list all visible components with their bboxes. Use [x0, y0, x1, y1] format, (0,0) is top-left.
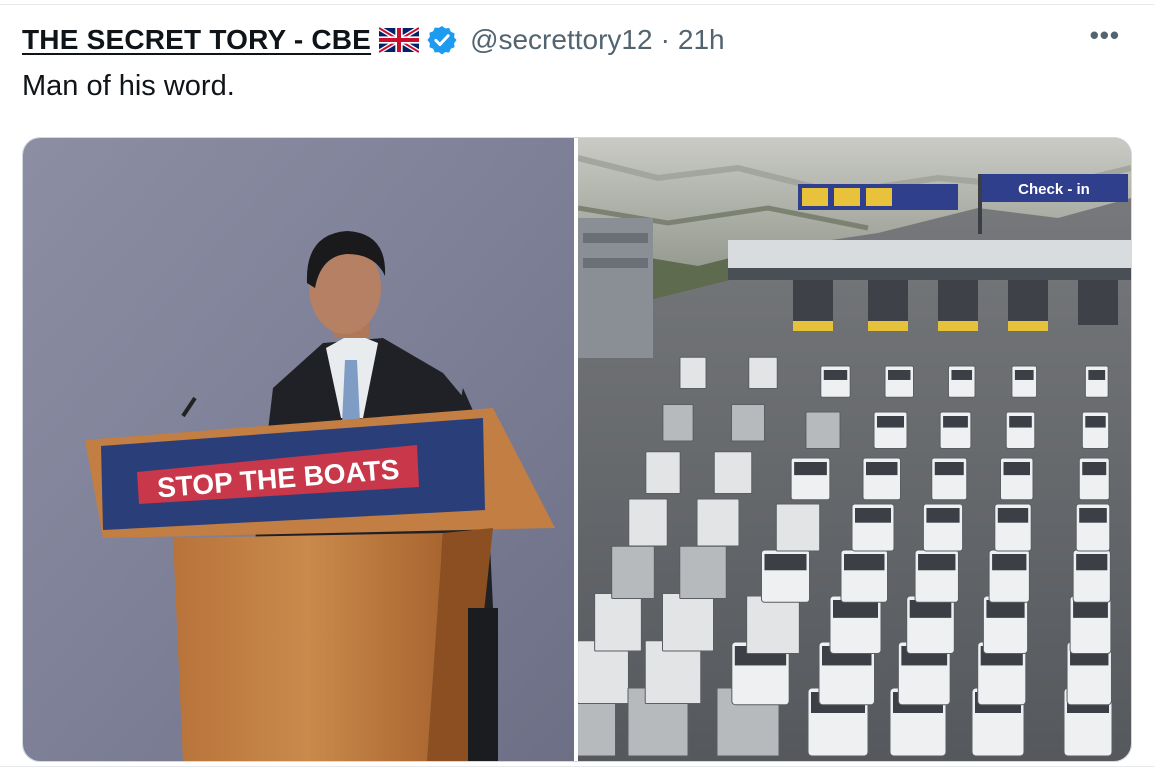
coach-windscreen: [855, 508, 891, 523]
lorry-vehicle: [746, 595, 800, 654]
lorry-vehicle: [679, 356, 707, 389]
coach-windscreen: [1079, 508, 1107, 523]
author-display-name[interactable]: THE SECRET TORY - CBE: [22, 24, 371, 56]
lorry-vehicle: [731, 404, 765, 442]
coach-windscreen: [951, 370, 973, 380]
verified-badge-icon[interactable]: [426, 24, 458, 56]
lorry-vehicle: [594, 593, 642, 652]
lorry-vehicle: [713, 451, 753, 494]
author-handle[interactable]: @secrettory12: [470, 24, 653, 56]
coach-windscreen: [794, 462, 827, 476]
lorry-vehicle: [775, 503, 821, 552]
coach-windscreen: [764, 554, 807, 571]
coach-windscreen: [943, 416, 968, 428]
coach-windscreen: [1009, 416, 1032, 428]
coach-windscreen: [844, 554, 885, 571]
separator-dot: ·: [660, 24, 670, 55]
coach-windscreen: [866, 462, 898, 476]
coach-windscreen: [997, 508, 1029, 523]
lorry-vehicle: [645, 451, 681, 494]
coach-windscreen: [1088, 370, 1106, 380]
coach-windscreen: [888, 370, 911, 380]
photo-port-traffic-queue[interactable]: Check - in: [578, 138, 1131, 761]
lorry-vehicle: [662, 593, 714, 652]
coach-windscreen: [877, 416, 904, 428]
coach-windscreen: [918, 554, 956, 571]
coach-windscreen: [823, 370, 848, 380]
coach-windscreen: [926, 508, 960, 523]
top-divider: [0, 4, 1154, 5]
coach-windscreen: [1014, 370, 1034, 380]
coach-windscreen: [934, 462, 964, 476]
lorry-vehicle: [628, 498, 668, 547]
lorry-vehicle: [679, 545, 727, 599]
tweet-media-grid: STOP THE BOATS Check - in: [22, 137, 1132, 762]
coach-windscreen: [1076, 554, 1108, 571]
gantry-sign-text: Check - in: [1018, 181, 1090, 198]
lorry-vehicle: [748, 356, 778, 389]
more-options-icon[interactable]: •••: [1090, 22, 1120, 48]
bottom-divider: [0, 766, 1154, 767]
coach-windscreen: [1003, 462, 1030, 476]
tweet-timestamp[interactable]: 21h: [678, 24, 725, 56]
lorry-vehicle: [805, 411, 841, 449]
photo-speaker-at-lectern[interactable]: STOP THE BOATS: [23, 138, 574, 761]
lorry-vehicle: [696, 498, 740, 547]
tweet-body-text: Man of his word.: [22, 70, 235, 102]
union-jack-flag-icon: [377, 25, 421, 55]
lorry-vehicle: [662, 404, 694, 442]
tweet-header: THE SECRET TORY - CBE @secrettory12 · 21…: [22, 20, 725, 60]
coach-windscreen: [1082, 462, 1107, 476]
lorry-vehicle: [611, 545, 655, 599]
coach-windscreen: [1085, 416, 1106, 428]
coach-windscreen: [992, 554, 1027, 571]
